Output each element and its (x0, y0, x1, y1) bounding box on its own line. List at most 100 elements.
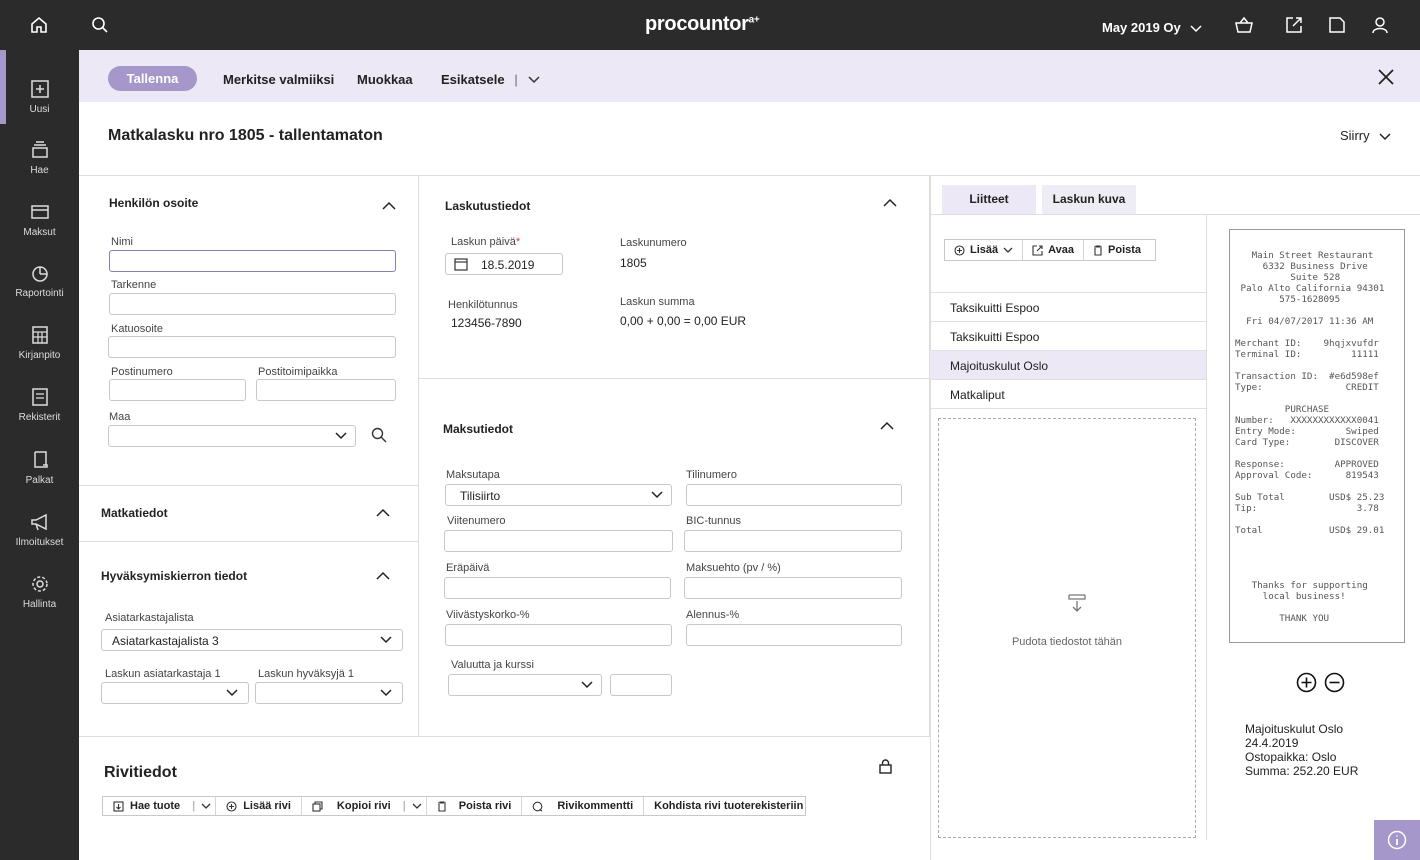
payment-method-label: Maksutapa (446, 469, 500, 481)
tab-invoice-image[interactable]: Laskun kuva (1042, 185, 1136, 214)
sidebar-item-uusi[interactable]: Uusi (0, 78, 79, 115)
chevron-up-icon[interactable] (883, 198, 897, 207)
sidebar-item-maksut[interactable]: Maksut (0, 201, 79, 238)
bic-field[interactable] (684, 530, 902, 552)
chevron-up-icon[interactable] (376, 508, 390, 517)
currency-select[interactable] (448, 674, 602, 696)
street-label: Katuosoite (111, 323, 163, 335)
sidebar-item-palkat[interactable]: Palkat (0, 449, 79, 486)
chevron-down-icon (380, 636, 392, 644)
lock-icon[interactable] (879, 759, 892, 774)
chevron-down-icon (335, 432, 347, 440)
attachment-list-item[interactable]: Taksikuitti Espoo (930, 322, 1206, 351)
city-field[interactable] (256, 379, 396, 401)
approver-select[interactable] (255, 682, 403, 704)
external-link-icon[interactable] (1282, 13, 1306, 37)
upload-tray-icon (1068, 594, 1086, 612)
sidebar-item-hae[interactable]: Hae (0, 139, 79, 176)
search-icon[interactable] (88, 13, 112, 37)
zoom-in-icon[interactable] (1296, 672, 1317, 693)
row-comment-button[interactable]: Rivikommentti (522, 797, 645, 815)
file-dropzone[interactable]: Pudota tiedostot tähän (938, 418, 1196, 838)
copy-row-label: Kopioi rivi (336, 800, 391, 812)
edit-button[interactable]: Muokkaa (357, 72, 413, 87)
sidebar-item-ilmoitukset[interactable]: Ilmoitukset (0, 511, 79, 548)
sidebar-item-label: Hallinta (22, 599, 57, 610)
name-field[interactable] (109, 250, 396, 272)
interest-field[interactable] (445, 624, 672, 646)
chevron-up-icon[interactable] (376, 571, 390, 580)
mark-ready-button[interactable]: Merkitse valmiiksi (223, 72, 334, 87)
trash-icon (1094, 244, 1103, 256)
attachment-toolbar: Lisää Avaa Poista (944, 239, 1157, 261)
extra-field[interactable] (109, 293, 396, 315)
open-attachment-button[interactable]: Avaa (1023, 240, 1085, 260)
payment-method-select[interactable]: Tilisiirto (445, 484, 672, 506)
gear-icon (31, 576, 48, 592)
user-icon[interactable] (1368, 13, 1392, 37)
open-attachment-label: Avaa (1048, 244, 1075, 256)
account-label: Tilinumero (686, 469, 737, 481)
chevron-down-icon (380, 689, 392, 697)
account-field[interactable] (686, 484, 902, 506)
invoice-sum-value: 0,00 + 0,00 = 0,00 EUR (620, 314, 747, 328)
attachment-list-item[interactable]: Matkaliput (930, 380, 1206, 409)
zip-field[interactable] (109, 379, 246, 401)
tab-attachments[interactable]: Liitteet (942, 185, 1036, 214)
calendar-icon[interactable] (454, 257, 468, 271)
street-field[interactable] (108, 336, 396, 358)
attachment-list-item-selected[interactable]: Majoituskulut Oslo (930, 351, 1206, 380)
sidebar-item-raportointi[interactable]: Raportointi (0, 262, 79, 299)
basket-icon[interactable] (1232, 13, 1256, 37)
search-icon[interactable] (371, 427, 387, 443)
discount-field[interactable] (686, 624, 902, 646)
sidebar-item-label: Raportointi (15, 288, 64, 299)
delete-attachment-button[interactable]: Poista (1084, 240, 1155, 260)
reviewer-list-select[interactable]: Asiatarkastajalista 3 (101, 629, 403, 651)
attachment-list-item[interactable]: Taksikuitti Espoo (930, 293, 1206, 322)
chevron-down-icon (1190, 25, 1202, 32)
divider (79, 736, 930, 737)
chevron-up-icon[interactable] (382, 201, 396, 210)
chevron-down-icon[interactable] (412, 803, 422, 810)
link-product-register-button[interactable]: Kohdista rivi tuoterekisteriin (644, 797, 813, 815)
document-icon[interactable] (1325, 13, 1349, 37)
delete-row-button[interactable]: Poista rivi (427, 797, 523, 815)
discount-label: Alennus-% (686, 609, 740, 621)
add-attachment-button[interactable]: Lisää (945, 240, 1024, 260)
trash-icon (437, 800, 446, 812)
fetch-product-button[interactable]: Hae tuote | (103, 797, 217, 815)
preview-label: Esikatsele (441, 72, 505, 87)
invoice-date-field[interactable]: 18.5.2019 (445, 253, 563, 275)
home-icon[interactable] (27, 13, 51, 37)
sidebar-item-rekisterit[interactable]: Rekisterit (0, 386, 79, 423)
info-button[interactable] (1374, 820, 1420, 860)
reference-field[interactable] (444, 530, 673, 552)
delete-row-label: Poista rivi (458, 800, 512, 812)
save-button[interactable]: Tallenna (108, 66, 197, 91)
goto-menu[interactable]: Siirry (1340, 128, 1391, 143)
close-icon[interactable] (1376, 67, 1396, 87)
due-date-field[interactable] (444, 577, 671, 599)
chevron-down-icon[interactable] (201, 803, 211, 810)
copy-row-button[interactable]: Kopioi rivi | (302, 797, 427, 815)
chevron-down-icon[interactable] (527, 76, 540, 84)
chevron-up-icon[interactable] (880, 421, 894, 430)
exchange-rate-field[interactable] (610, 674, 672, 696)
chevron-down-icon (651, 491, 663, 499)
country-select[interactable] (108, 425, 356, 447)
sidebar-item-kirjanpito[interactable]: Kirjanpito (0, 324, 79, 361)
ssn-value: 123456-7890 (451, 316, 522, 330)
checker-select[interactable] (101, 682, 249, 704)
preview-button[interactable]: Esikatsele | (441, 72, 540, 87)
add-row-button[interactable]: Lisää rivi (216, 797, 302, 815)
extra-label: Tarkenne (111, 279, 157, 291)
zoom-out-icon[interactable] (1324, 672, 1345, 693)
payment-terms-field[interactable] (684, 577, 902, 599)
invoice-sum-label: Laskun summa (620, 296, 695, 308)
page-title: Matkalasku nro 1805 - tallentamaton (108, 127, 383, 144)
company-selector[interactable]: May 2019 Oy (1102, 20, 1202, 35)
brand-logo: procountora+ (645, 13, 760, 36)
sidebar-item-hallinta[interactable]: Hallinta (0, 573, 79, 610)
bic-label: BIC-tunnus (686, 515, 742, 527)
